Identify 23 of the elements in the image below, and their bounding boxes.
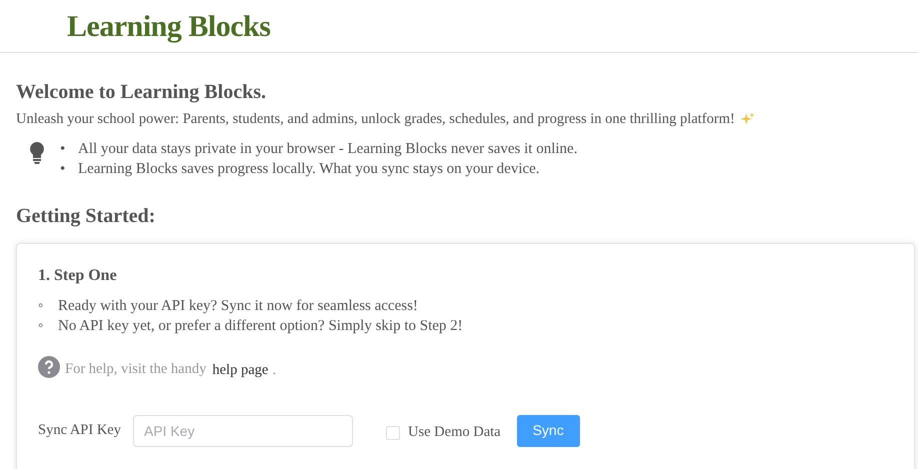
help-icon [38, 356, 60, 378]
demo-label: Use Demo Data [408, 422, 501, 442]
step-title: 1. Step One [38, 266, 118, 286]
help-end: . [272, 360, 276, 380]
site-title: Learning Blocks [67, 12, 270, 42]
help-link[interactable]: help page [212, 360, 268, 382]
bullet: • [60, 160, 66, 179]
sparkle-icon [740, 112, 755, 128]
bullet: ◦ [38, 316, 44, 336]
tip-text: All your data stays private in your browser - Learning Blocks never saves it online. [78, 140, 578, 159]
intro-text: Unleash your school power: Parents, students, and admins, unlock grades, schedules, and progress in one thrilling platform! [16, 110, 735, 129]
demo-checkbox[interactable] [386, 426, 400, 440]
step-item: No API key yet, or prefer a different option? Simply skip to Step 2! [58, 316, 463, 336]
welcome-heading: Welcome to Learning Blocks. [16, 80, 267, 105]
sync-api-key-label: Sync API Key [38, 420, 121, 440]
step-item: Ready with your API key? Sync it now for seamless access! [58, 296, 418, 316]
lightbulb-icon [28, 140, 46, 165]
tip-text: Learning Blocks saves progress locally. What you sync stays on your device. [78, 160, 540, 179]
help-text: For help, visit the handy [65, 360, 206, 379]
getting-started-heading: Getting Started: [16, 204, 156, 229]
bullet: • [60, 140, 66, 159]
bullet: ◦ [38, 296, 44, 316]
api-key-field[interactable]: API Key [132, 414, 353, 446]
